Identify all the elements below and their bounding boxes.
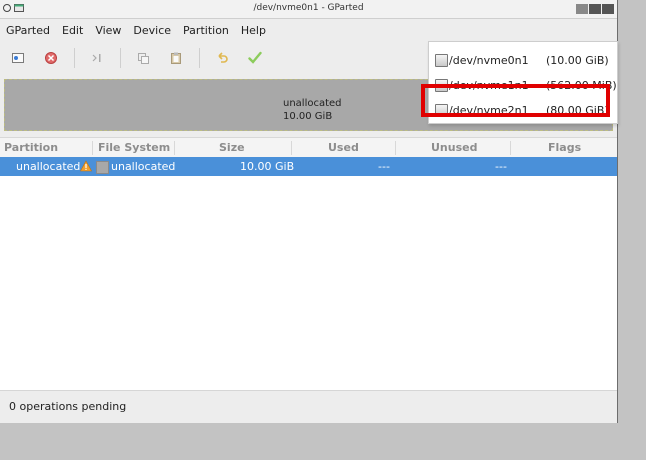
toolbar-separator	[74, 48, 75, 68]
partition-list-area[interactable]	[0, 176, 617, 390]
disk-map-size: 10.00 GiB	[283, 111, 333, 122]
copy-icon	[138, 53, 149, 64]
new-partition-icon	[12, 53, 24, 63]
menu-help[interactable]: Help	[235, 24, 272, 37]
column-file-system[interactable]: File System	[98, 141, 170, 154]
menu-view[interactable]: View	[89, 24, 127, 37]
apply-button[interactable]	[245, 48, 265, 68]
delete-icon	[45, 52, 57, 64]
column-separator	[92, 141, 93, 155]
resize-move-button[interactable]	[87, 48, 107, 68]
minimize-button[interactable]	[576, 4, 588, 14]
window-controls	[576, 4, 614, 14]
undo-button[interactable]	[212, 48, 232, 68]
menu-bar: GParted Edit View Device Partition Help	[0, 19, 617, 41]
column-size[interactable]: Size	[219, 141, 245, 154]
column-used[interactable]: Used	[328, 141, 359, 154]
resize-move-icon	[92, 54, 101, 62]
menu-device[interactable]: Device	[127, 24, 177, 37]
cell-file-system: unallocated	[111, 160, 176, 173]
cell-unused: ---	[495, 160, 507, 173]
operations-pending-text: 0 operations pending	[9, 400, 127, 413]
column-separator	[174, 141, 175, 155]
title-bar: /dev/nvme0n1 - GParted	[0, 0, 617, 19]
disk-map-label: unallocated	[283, 98, 342, 109]
paste-button[interactable]	[166, 48, 186, 68]
new-partition-button[interactable]	[8, 48, 28, 68]
column-separator	[291, 141, 292, 155]
paste-icon	[171, 52, 181, 64]
red-highlight-box	[421, 84, 610, 117]
column-unused[interactable]: Unused	[431, 141, 477, 154]
window-title: /dev/nvme0n1 - GParted	[253, 3, 364, 13]
cell-used: ---	[378, 160, 390, 173]
warning-icon	[80, 160, 92, 172]
undo-icon	[218, 52, 228, 63]
cell-partition: unallocated	[16, 160, 81, 173]
table-row[interactable]: unallocated unallocated 10.00 GiB --- --…	[0, 157, 617, 176]
maximize-button[interactable]	[589, 4, 601, 14]
toolbar-separator	[199, 48, 200, 68]
toolbar-separator	[120, 48, 121, 68]
disk-icon	[435, 54, 448, 67]
device-name: /dev/nvme0n1	[449, 54, 529, 67]
device-item-nvme0n1[interactable]: /dev/nvme0n1 (10.00 GiB)	[429, 48, 617, 72]
filesystem-color-swatch	[96, 161, 109, 174]
close-button[interactable]	[602, 4, 614, 14]
column-partition[interactable]: Partition	[4, 141, 58, 154]
column-separator	[395, 141, 396, 155]
menu-partition[interactable]: Partition	[177, 24, 235, 37]
device-size: (10.00 GiB)	[546, 54, 609, 67]
menu-gparted[interactable]: GParted	[0, 24, 56, 37]
column-separator	[510, 141, 511, 155]
apply-checkmark-icon	[248, 51, 262, 64]
cell-size: 10.00 GiB	[240, 160, 295, 173]
partition-table-header: Partition File System Size Used Unused F…	[0, 137, 617, 159]
delete-button[interactable]	[41, 48, 61, 68]
column-flags[interactable]: Flags	[548, 141, 581, 154]
status-bar: 0 operations pending	[0, 390, 617, 423]
copy-button[interactable]	[133, 48, 153, 68]
menu-edit[interactable]: Edit	[56, 24, 89, 37]
